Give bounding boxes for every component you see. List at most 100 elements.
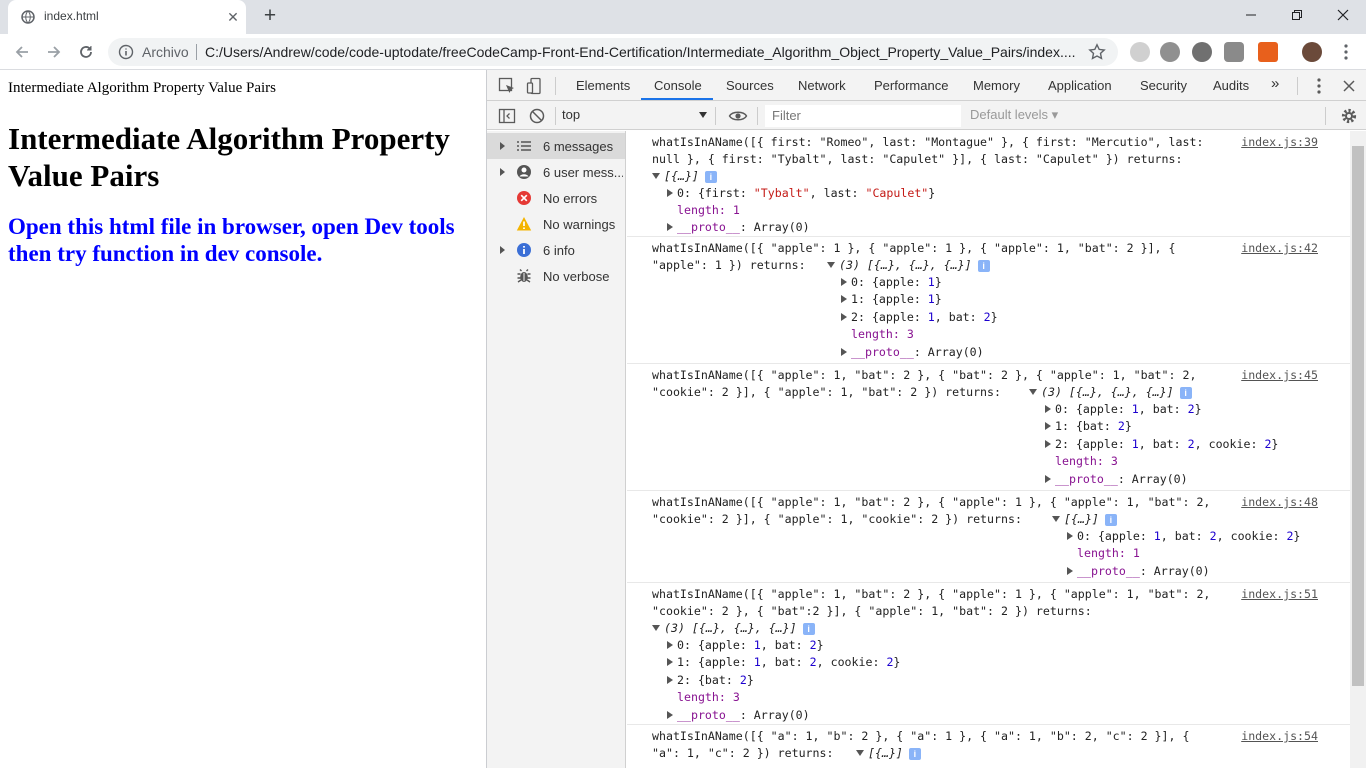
extension-icon[interactable]: [1224, 42, 1244, 62]
array-summary: [{…}]: [1064, 512, 1099, 526]
eye-icon[interactable]: [728, 106, 748, 126]
info-badge-icon[interactable]: i: [908, 748, 921, 760]
array-item: 2: {apple: 1, bat: 2, cookie: 2}: [1055, 437, 1279, 451]
omnibox-divider: [196, 44, 197, 60]
array-item-row[interactable]: 0: {apple: 1, bat: 2}: [1045, 401, 1202, 418]
proto-row[interactable]: __proto__: Array(0): [667, 219, 810, 236]
list-icon: [517, 141, 531, 151]
info-badge-icon[interactable]: i: [802, 623, 815, 635]
sidebar-item-info[interactable]: 6 info: [487, 237, 625, 263]
array-summary-row[interactable]: (3) [{…}, {…}, {…}] i: [1029, 384, 1192, 401]
proto-row[interactable]: __proto__: Array(0): [1045, 471, 1188, 488]
log-call-text: "cookie": 2 }], { "apple": 1, "bat": 2 }…: [652, 385, 1002, 399]
array-item-row[interactable]: 2: {apple: 1, bat: 2, cookie: 2}: [1045, 436, 1278, 453]
info-badge-icon[interactable]: i: [977, 260, 990, 272]
extension-icon[interactable]: [1160, 42, 1180, 62]
collapsed-triangle-icon: [841, 295, 847, 303]
array-item-row[interactable]: 0: {apple: 1, bat: 2, cookie: 2}: [1067, 528, 1300, 545]
array-summary-row[interactable]: [{…}] i: [856, 745, 921, 762]
array-item-row[interactable]: 1: {bat: 2}: [1045, 418, 1132, 435]
back-arrow-icon: [15, 46, 28, 58]
sidebar-item-user-messages[interactable]: 6 user mess...: [487, 159, 625, 185]
sidebar-item-messages[interactable]: 6 messages: [487, 133, 625, 159]
chevron-right-icon[interactable]: [500, 168, 505, 176]
array-item-row[interactable]: 1: {apple: 1, bat: 2, cookie: 2}: [667, 654, 900, 671]
sidebar-item-verbose[interactable]: No verbose: [487, 263, 625, 289]
tab-application[interactable]: Application: [1048, 78, 1112, 93]
close-tab-icon[interactable]: ✕: [224, 8, 242, 26]
tab-console[interactable]: Console: [654, 78, 702, 93]
info-badge-icon[interactable]: i: [704, 171, 717, 183]
info-icon[interactable]: [118, 44, 134, 60]
source-link[interactable]: index.js:51: [1241, 586, 1318, 603]
forward-button[interactable]: [42, 40, 66, 64]
info-badge-icon[interactable]: i: [1104, 514, 1117, 526]
tab-audits[interactable]: Audits: [1213, 78, 1249, 93]
array-item-row[interactable]: 2: {apple: 1, bat: 2}: [841, 309, 998, 326]
sidebar-item-warnings[interactable]: No warnings: [487, 211, 625, 237]
settings-gear-icon[interactable]: [1339, 106, 1359, 126]
array-item-row[interactable]: 0: {apple: 1, bat: 2}: [667, 637, 824, 654]
extension-off-icon[interactable]: [1258, 42, 1278, 62]
array-summary-row[interactable]: (3) [{…}, {…}, {…}] i: [827, 257, 990, 274]
tab-sources[interactable]: Sources: [726, 78, 774, 93]
restore-button[interactable]: [1274, 0, 1320, 30]
scrollbar-thumb[interactable]: [1352, 146, 1364, 686]
array-summary-row[interactable]: [{…}] i: [652, 168, 717, 185]
tab-performance[interactable]: Performance: [874, 78, 948, 93]
tab-memory[interactable]: Memory: [973, 78, 1020, 93]
chevron-right-icon[interactable]: [500, 142, 505, 150]
tab-network[interactable]: Network: [798, 78, 846, 93]
tab-elements[interactable]: Elements: [576, 78, 630, 93]
sidebar-item-errors[interactable]: No errors: [487, 185, 625, 211]
array-summary-row[interactable]: [{…}] i: [1052, 511, 1117, 528]
proto-row[interactable]: __proto__: Array(0): [1067, 563, 1210, 580]
clear-console-icon[interactable]: [527, 106, 547, 126]
browser-tab[interactable]: index.html ✕: [8, 0, 246, 34]
tab-security[interactable]: Security: [1140, 78, 1187, 93]
address-bar[interactable]: Archivo C:/Users/Andrew/code/code-uptoda…: [108, 38, 1118, 66]
back-button[interactable]: [10, 40, 34, 64]
chevron-right-icon[interactable]: [500, 246, 505, 254]
collapsed-triangle-icon: [667, 711, 673, 719]
minimize-button[interactable]: [1228, 0, 1274, 30]
array-summary-row[interactable]: (3) [{…}, {…}, {…}] i: [652, 620, 815, 637]
proto-row[interactable]: __proto__: Array(0): [841, 344, 984, 361]
source-link[interactable]: index.js:39: [1241, 134, 1318, 151]
log-call-text: "apple": 1 }) returns:: [652, 258, 806, 272]
close-window-button[interactable]: [1320, 0, 1366, 30]
array-item-row[interactable]: 1: {apple: 1}: [841, 291, 942, 308]
browser-menu-button[interactable]: [1334, 40, 1358, 64]
source-link[interactable]: index.js:54: [1241, 728, 1318, 745]
array-item-row[interactable]: 0: {first: "Tybalt", last: "Capulet"}: [667, 185, 935, 202]
new-tab-button[interactable]: +: [258, 5, 282, 29]
reload-button[interactable]: [74, 40, 98, 64]
more-tabs-button[interactable]: »: [1271, 75, 1279, 92]
url-text[interactable]: C:/Users/Andrew/code/code-uptodate/freeC…: [205, 44, 1076, 60]
collapsed-triangle-icon: [1067, 567, 1073, 575]
console-message: whatIsInAName([{ "apple": 1, "bat": 2 },…: [627, 491, 1350, 583]
source-link[interactable]: index.js:45: [1241, 367, 1318, 384]
bookmark-star-icon[interactable]: [1088, 43, 1106, 61]
array-item-row[interactable]: 2: {bat: 2}: [667, 672, 754, 689]
proto-text: __proto__: Array(0): [1077, 564, 1210, 578]
log-call-text: "a": 1, "c": 2 }) returns:: [652, 746, 834, 760]
active-tab-indicator: [641, 98, 713, 100]
log-levels-dropdown[interactable]: Default levels ▾: [970, 107, 1058, 123]
device-toolbar-icon[interactable]: [525, 76, 545, 96]
sidebar-toggle-icon[interactable]: [497, 106, 517, 126]
avatar[interactable]: [1302, 42, 1322, 62]
context-selector[interactable]: top: [562, 107, 580, 122]
more-vertical-icon[interactable]: [1309, 76, 1329, 96]
sidebar-item-label: No verbose: [543, 269, 610, 284]
info-badge-icon[interactable]: i: [1179, 387, 1192, 399]
inspect-element-icon[interactable]: [497, 76, 517, 96]
source-link[interactable]: index.js:48: [1241, 494, 1318, 511]
source-link[interactable]: index.js:42: [1241, 240, 1318, 257]
chevron-down-icon[interactable]: [699, 112, 707, 118]
proto-row[interactable]: __proto__: Array(0): [667, 707, 810, 724]
extension-icon[interactable]: [1130, 42, 1150, 62]
array-item-row[interactable]: 0: {apple: 1}: [841, 274, 942, 291]
extension-icon[interactable]: [1192, 42, 1212, 62]
close-devtools-icon[interactable]: [1339, 76, 1359, 96]
